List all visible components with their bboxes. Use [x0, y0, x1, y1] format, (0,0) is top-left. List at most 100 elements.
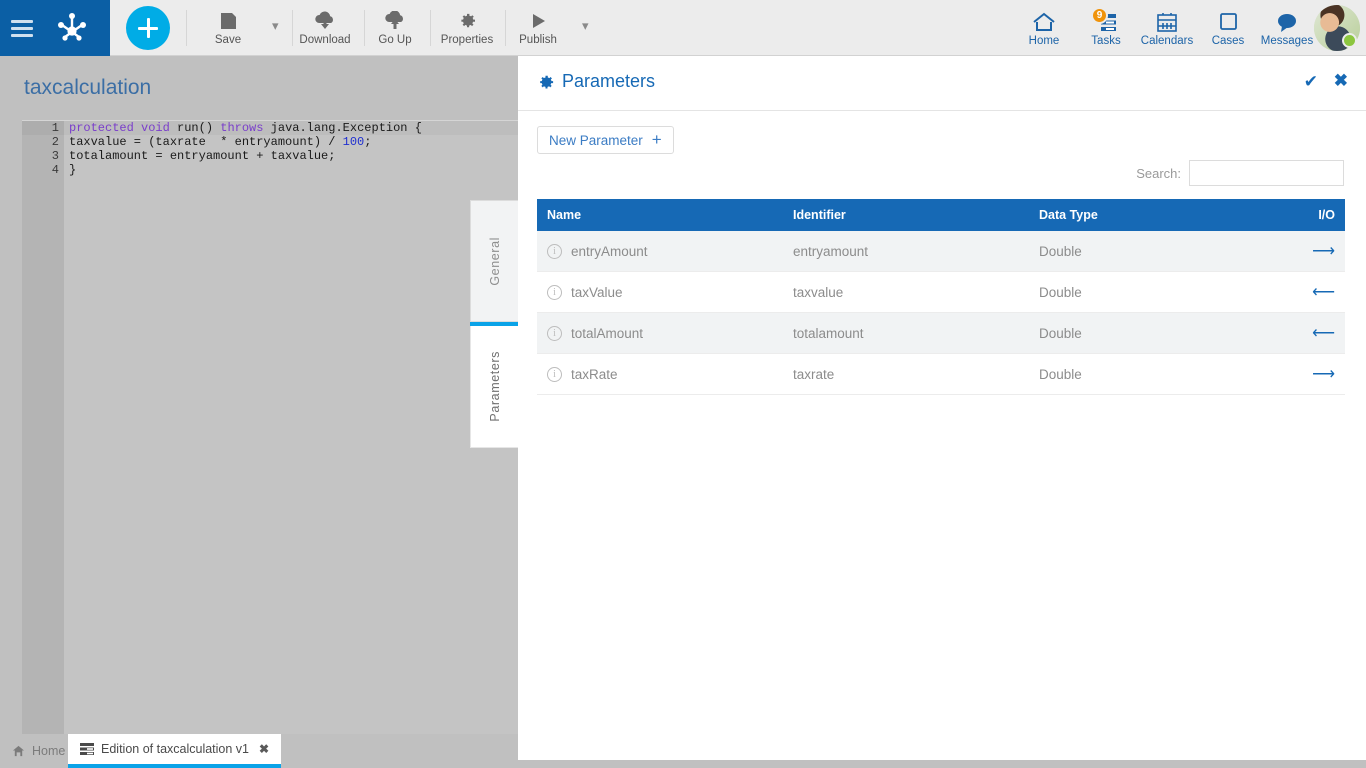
parameter-name: entryAmount	[571, 243, 648, 259]
home-icon	[12, 745, 25, 757]
top-toolbar: Save ▾ Download Go Up Properties Publish…	[0, 0, 1366, 56]
info-icon[interactable]: i	[547, 243, 562, 259]
column-header-name[interactable]: Name	[537, 199, 783, 231]
publish-caret-down-icon[interactable]: ▾	[582, 18, 589, 34]
cell-io: ⟶	[1259, 231, 1345, 272]
vertical-tab-strip: General Parameters	[470, 200, 518, 448]
editor-gutter: 1▼ 2 3 4	[22, 121, 70, 734]
code-editor[interactable]: 1▼ 2 3 4 protected void run() throws jav…	[22, 120, 518, 734]
io-arrow-icon[interactable]: ⟵	[1312, 284, 1335, 301]
plus-icon: +	[651, 130, 662, 149]
save-label: Save	[214, 34, 242, 46]
bottom-tab-home-label: Home	[32, 744, 66, 758]
cell-data-type: Double	[1029, 231, 1259, 272]
io-arrow-icon[interactable]: ⟶	[1312, 243, 1335, 260]
cell-name: i taxRate	[537, 353, 783, 395]
nav-label-calendars: Calendars	[1140, 34, 1194, 47]
toolbar-separator	[364, 10, 365, 46]
column-header-io[interactable]: I/O	[1259, 199, 1345, 231]
info-icon[interactable]: i	[547, 366, 562, 382]
download-cloud-icon	[313, 10, 337, 32]
check-icon[interactable]: ✔	[1304, 72, 1318, 92]
brand-block	[0, 0, 110, 56]
bottom-tab-edition-label: Edition of taxcalculation v1	[101, 742, 250, 756]
nav-item-tasks[interactable]: 9 Tasks	[1075, 3, 1137, 53]
table-header-row: Name Identifier Data Type I/O	[537, 199, 1345, 231]
properties-button[interactable]: Properties	[432, 4, 502, 52]
line-number: 1▼	[22, 121, 70, 135]
play-icon	[528, 10, 548, 32]
info-icon[interactable]: i	[547, 284, 562, 300]
calendar-icon	[1155, 10, 1179, 34]
close-icon[interactable]: ✖	[259, 742, 269, 756]
table-row[interactable]: i entryAmount entryamount Double ⟶	[537, 231, 1345, 272]
cell-name: i taxValue	[537, 271, 783, 313]
go-up-label: Go Up	[378, 34, 412, 46]
table-row[interactable]: i taxRate taxrate Double ⟶	[537, 353, 1345, 395]
tab-general[interactable]: General	[470, 200, 518, 322]
home-icon	[1031, 10, 1057, 34]
square-icon	[1217, 10, 1239, 34]
cell-name: i entryAmount	[537, 231, 783, 272]
nav-label-tasks: Tasks	[1091, 34, 1121, 47]
new-parameter-button[interactable]: New Parameter +	[537, 126, 674, 154]
hamburger-icon[interactable]	[0, 19, 44, 37]
gear-icon	[457, 10, 477, 32]
list-icon	[80, 743, 94, 755]
nav-label-home: Home	[1028, 34, 1060, 47]
cell-io: ⟶	[1259, 353, 1345, 395]
search-input[interactable]	[1189, 160, 1344, 186]
publish-button[interactable]: Publish	[508, 4, 568, 52]
editor-pane: taxcalculation 1▼ 2 3 4 protected void r…	[0, 56, 518, 734]
nav-label-cases: Cases	[1211, 34, 1245, 47]
cell-io: ⟵	[1259, 271, 1345, 313]
toolbar-separator	[505, 10, 506, 46]
nav-item-home[interactable]: Home	[1013, 3, 1075, 53]
table-row[interactable]: i totalAmount totalamount Double ⟵	[537, 312, 1345, 354]
column-header-data-type[interactable]: Data Type	[1029, 199, 1259, 231]
code-line: }	[69, 163, 77, 177]
table-row[interactable]: i taxValue taxvalue Double ⟵	[537, 271, 1345, 313]
save-icon	[218, 10, 238, 32]
io-arrow-icon[interactable]: ⟶	[1312, 366, 1335, 383]
bottom-tab-home[interactable]: Home	[0, 734, 78, 768]
upload-cloud-icon	[383, 10, 407, 32]
code-line: taxvalue = (taxrate * entryamount) / 100…	[69, 135, 372, 149]
bottom-tab-bar: Home Edition of taxcalculation v1 ✖	[0, 734, 518, 768]
panel-title: Parameters	[562, 71, 656, 91]
download-button[interactable]: Download	[294, 4, 356, 52]
tab-general-label: General	[487, 236, 502, 286]
nav-item-messages[interactable]: Messages	[1253, 3, 1321, 53]
save-button[interactable]: Save	[198, 4, 258, 52]
panel-header: Parameters ✔ ✖	[518, 56, 1366, 111]
nav-item-cases[interactable]: Cases	[1197, 3, 1259, 53]
tab-parameters[interactable]: Parameters	[470, 326, 518, 448]
go-up-button[interactable]: Go Up	[366, 4, 424, 52]
search-label: Search:	[1136, 165, 1181, 181]
tasks-list-icon: 9	[1091, 6, 1119, 34]
save-caret-down-icon[interactable]: ▾	[272, 18, 279, 34]
bonita-paw-logo-icon[interactable]	[44, 12, 100, 44]
toolbar-separator	[430, 10, 431, 46]
info-icon[interactable]: i	[547, 325, 562, 341]
bottom-tab-edition[interactable]: Edition of taxcalculation v1 ✖	[68, 734, 282, 768]
add-new-button[interactable]	[126, 6, 170, 50]
io-arrow-icon[interactable]: ⟵	[1312, 325, 1335, 342]
cell-data-type: Double	[1029, 353, 1259, 395]
publish-label: Publish	[519, 34, 557, 46]
line-number: 3	[51, 149, 59, 163]
cell-identifier: taxrate	[783, 353, 1029, 395]
code-line: protected void run() throws java.lang.Ex…	[64, 121, 518, 135]
properties-label: Properties	[440, 34, 494, 46]
cell-data-type: Double	[1029, 271, 1259, 313]
download-label: Download	[299, 34, 351, 46]
close-icon[interactable]: ✖	[1334, 71, 1348, 91]
nav-label-messages: Messages	[1260, 34, 1314, 47]
column-header-identifier[interactable]: Identifier	[783, 199, 1029, 231]
line-number: 2	[51, 135, 59, 149]
line-number: 4	[51, 163, 59, 177]
toolbar-separator	[292, 10, 293, 46]
code-area[interactable]: protected void run() throws java.lang.Ex…	[64, 121, 518, 734]
parameter-name: taxRate	[571, 366, 618, 382]
nav-item-calendars[interactable]: Calendars	[1133, 3, 1201, 53]
